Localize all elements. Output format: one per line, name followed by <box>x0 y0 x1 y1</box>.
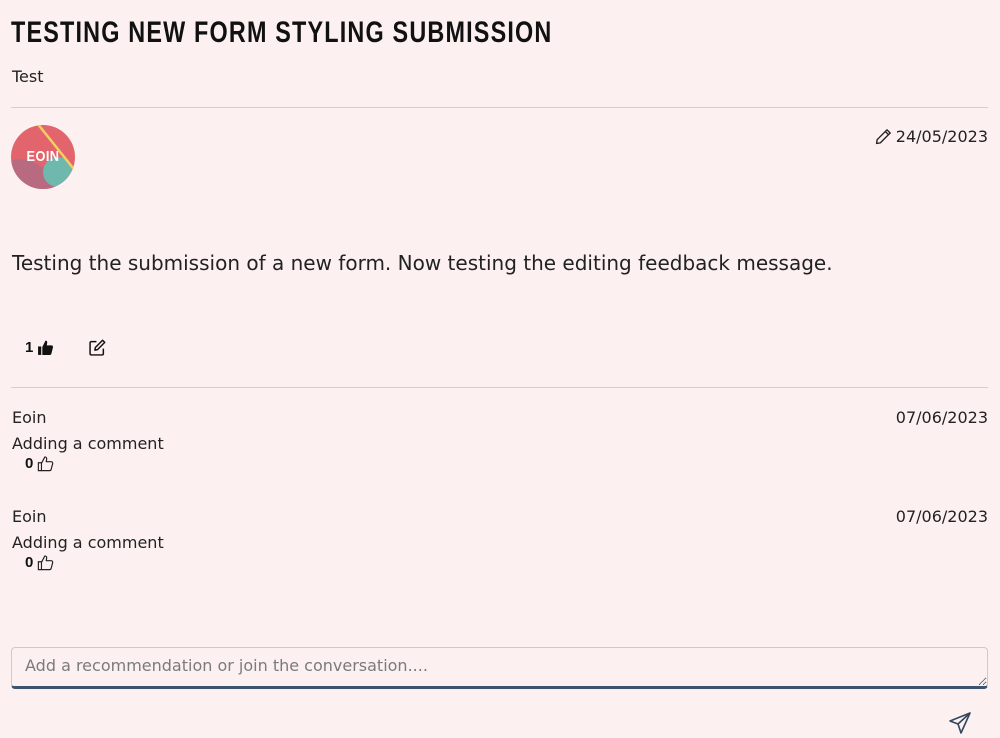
post-like-count: 1 <box>25 339 34 356</box>
pencil-icon <box>875 129 891 145</box>
post-title: TESTING NEW FORM STYLING SUBMISSION <box>11 16 553 49</box>
avatar-initials: EOIN <box>26 148 60 165</box>
post-date-text: 24/05/2023 <box>895 127 988 146</box>
comment-date: 07/06/2023 <box>895 408 988 427</box>
comment-like-count: 0 <box>25 554 34 571</box>
post-body: Testing the submission of a new form. No… <box>12 251 833 275</box>
divider <box>11 387 988 388</box>
comment-date: 07/06/2023 <box>895 507 988 526</box>
comment-author: Eoin <box>12 408 47 427</box>
comment-text: Adding a comment <box>12 434 164 453</box>
post-actions: 1 <box>25 339 106 356</box>
thumbs-up-outline-icon <box>38 456 54 472</box>
divider <box>11 107 988 108</box>
send-comment-button[interactable] <box>948 711 972 735</box>
post-detail-page: TESTING NEW FORM STYLING SUBMISSION Test… <box>0 0 1000 738</box>
comment-author: Eoin <box>12 507 47 526</box>
post-like-button[interactable]: 1 <box>25 339 54 356</box>
comment-like-button[interactable]: 0 <box>25 554 54 571</box>
edit-post-button[interactable] <box>89 339 106 356</box>
comment-input[interactable] <box>11 647 988 689</box>
comment-like-count: 0 <box>25 455 34 472</box>
comment-like-button[interactable]: 0 <box>25 455 54 472</box>
thumbs-up-outline-icon <box>38 555 54 571</box>
thumbs-up-filled-icon <box>38 340 54 355</box>
send-icon <box>949 712 971 734</box>
post-subtitle: Test <box>12 67 44 86</box>
edit-square-icon <box>89 339 106 356</box>
comment-text: Adding a comment <box>12 533 164 552</box>
post-date: 24/05/2023 <box>875 127 988 146</box>
author-avatar[interactable]: EOIN <box>11 125 75 189</box>
